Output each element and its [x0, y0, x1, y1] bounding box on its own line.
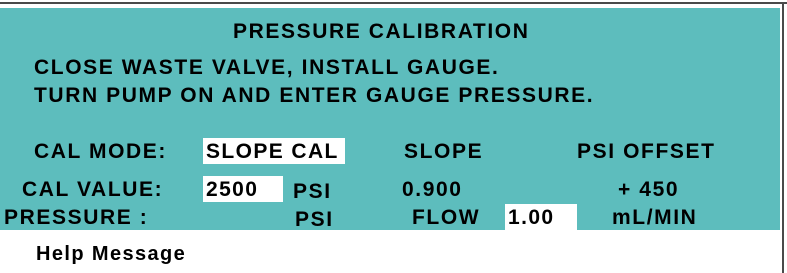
top-divider — [0, 2, 787, 4]
slope-value: 0.900 — [402, 178, 463, 201]
flow-unit: mL/MIN — [612, 206, 698, 229]
flow-field[interactable]: 1.00 — [505, 204, 577, 230]
instruction-line-2: TURN PUMP ON AND ENTER GAUGE PRESSURE. — [34, 84, 595, 107]
pressure-calibration-screen: PRESSURE CALIBRATION CLOSE WASTE VALVE, … — [0, 0, 787, 273]
psi-offset-value: + 450 — [618, 178, 680, 201]
calibration-panel: PRESSURE CALIBRATION CLOSE WASTE VALVE, … — [0, 8, 780, 231]
pressure-unit: PSI — [295, 208, 334, 231]
cal-mode-label: CAL MODE: — [34, 140, 168, 163]
psi-offset-header: PSI OFFSET — [577, 140, 716, 163]
page-title: PRESSURE CALIBRATION — [233, 20, 530, 43]
flow-label: FLOW — [412, 206, 481, 229]
instruction-line-1: CLOSE WASTE VALVE, INSTALL GAUGE. — [34, 56, 500, 79]
pressure-label: PRESSURE : — [4, 206, 149, 229]
right-divider — [782, 2, 784, 273]
cal-value-unit: PSI — [293, 180, 332, 203]
cal-mode-field[interactable]: SLOPE CAL — [203, 138, 345, 164]
cal-value-label: CAL VALUE: — [22, 178, 164, 201]
help-message: Help Message — [36, 243, 187, 265]
slope-header: SLOPE — [404, 140, 484, 163]
cal-value-field[interactable]: 2500 — [203, 176, 283, 202]
